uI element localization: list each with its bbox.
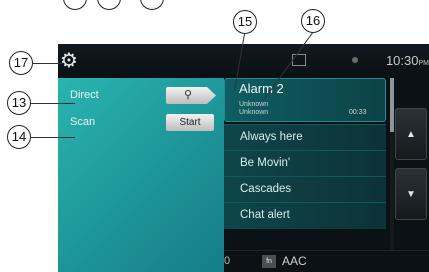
track-title: Cascades <box>240 183 292 195</box>
direct-label: Direct <box>70 89 99 101</box>
leader-17 <box>33 63 63 64</box>
scan-row: Scan Start <box>58 109 224 135</box>
track-item[interactable]: Cascades <box>224 176 386 203</box>
leader-14 <box>31 137 75 138</box>
callout-14: 14 <box>7 125 31 149</box>
format-badge: fn <box>262 255 276 268</box>
bottom-digit: 0 <box>224 255 231 267</box>
device-screen: ⚙ 10:30PM Direct ⚲ Scan Start Alarm 2 Un… <box>58 44 429 272</box>
active-track-album: Unknown <box>239 109 269 116</box>
active-track-title: Alarm 2 <box>239 81 284 96</box>
direct-row: Direct ⚲ <box>58 82 224 108</box>
callout-16: 16 <box>301 9 325 33</box>
partial-callout-c <box>140 0 164 10</box>
status-bar: ⚙ 10:30PM <box>58 44 429 78</box>
partial-callout-b <box>97 0 121 10</box>
scroll-column: ▲ ▼ <box>390 78 429 250</box>
track-title: Chat alert <box>240 209 290 221</box>
clock-time: 10:30 <box>385 53 419 68</box>
scan-label: Scan <box>70 116 96 128</box>
track-item-active[interactable]: Alarm 2 Unknown Unknown 00:33 <box>224 78 386 122</box>
track-item[interactable]: Chat alert <box>224 202 386 229</box>
scroll-up-button[interactable]: ▲ <box>395 108 427 160</box>
search-icon: ⚲ <box>184 89 193 101</box>
callout-13: 13 <box>7 91 31 115</box>
track-item[interactable]: Always here <box>224 124 386 151</box>
track-title: Be Movin' <box>240 157 291 169</box>
track-item[interactable]: Be Movin' <box>224 150 386 177</box>
search-panel: Direct ⚲ Scan Start <box>58 78 224 272</box>
active-track-artist: Unknown <box>239 101 269 108</box>
scroll-down-button[interactable]: ▼ <box>395 168 427 220</box>
scan-start-button[interactable]: Start <box>166 114 214 131</box>
track-list: Alarm 2 Unknown Unknown 00:33 Always her… <box>224 78 386 250</box>
leader-13 <box>31 103 75 104</box>
status-dot-icon <box>352 57 358 63</box>
track-title: Always here <box>240 131 303 143</box>
partial-callout-a <box>63 0 87 10</box>
callout-17: 17 <box>9 51 33 75</box>
scroll-thumb[interactable] <box>390 78 394 132</box>
callout-15: 15 <box>233 10 257 34</box>
settings-gear-icon[interactable]: ⚙ <box>60 50 82 72</box>
format-label: AAC <box>282 254 307 268</box>
scrollbar[interactable] <box>390 78 394 250</box>
active-track-time: 00:33 <box>349 109 367 116</box>
direct-search-button[interactable]: ⚲ <box>166 87 216 104</box>
clock-ampm: PM <box>418 60 429 67</box>
bottom-info-bar: 0 fn AAC <box>224 250 429 272</box>
clock: 10:30PM <box>386 53 429 68</box>
